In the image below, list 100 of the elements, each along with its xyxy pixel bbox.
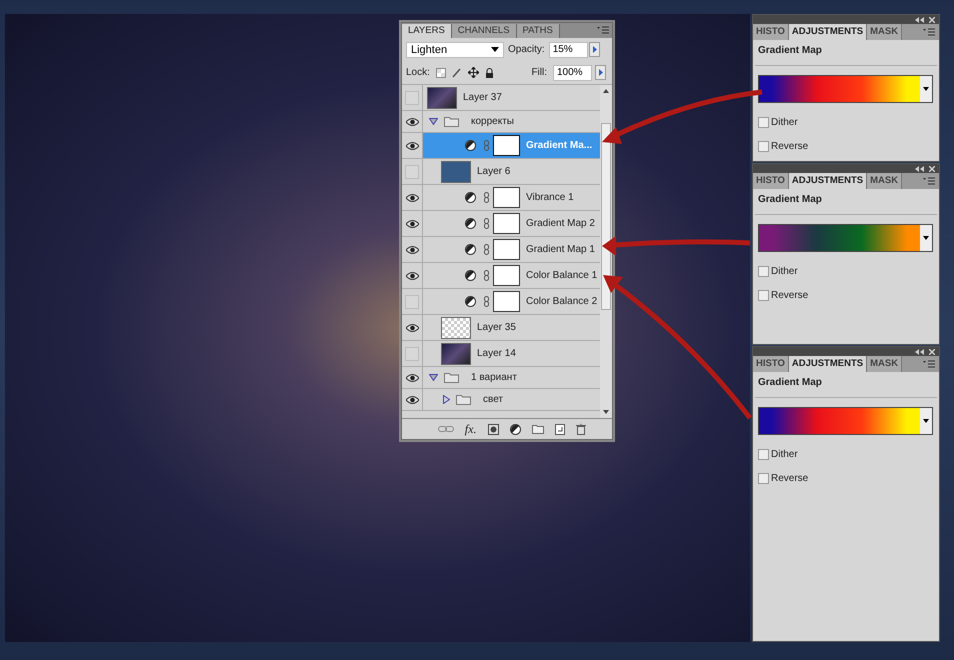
menu-icon[interactable] <box>597 26 609 34</box>
checkbox[interactable] <box>758 117 769 128</box>
lock-label: Lock: <box>406 67 430 78</box>
menu-icon[interactable] <box>923 360 935 368</box>
close-icon[interactable] <box>929 348 935 354</box>
scroll-down-icon[interactable] <box>603 410 609 414</box>
eye-icon[interactable] <box>406 246 418 254</box>
layer-row[interactable]: Layer 37 <box>402 85 600 111</box>
layer-name: Layer 14 <box>477 348 516 359</box>
layer-row[interactable]: Color Balance 1 <box>402 263 600 289</box>
layer-row[interactable]: Gradient Map 1 <box>402 237 600 263</box>
mask-icon[interactable] <box>488 424 499 434</box>
lock-icon[interactable] <box>484 68 494 78</box>
blend-mode-dropdown[interactable]: Lighten <box>406 42 504 58</box>
folder-icon[interactable] <box>532 424 544 434</box>
checkbox[interactable] <box>758 266 769 277</box>
panel-tab[interactable]: MASK <box>867 24 902 40</box>
adjustment-circle-icon[interactable] <box>510 424 521 434</box>
eye-icon[interactable] <box>406 396 418 404</box>
caret-icon <box>923 419 929 423</box>
panel-title: Gradient Map <box>757 44 823 58</box>
layer-row[interactable]: Layer 14 <box>402 341 600 367</box>
gradient-picker[interactable] <box>758 75 933 103</box>
layer-row[interactable]: Layer 6 <box>402 159 600 185</box>
eye-icon[interactable] <box>406 118 418 126</box>
gradient-picker[interactable] <box>758 224 933 252</box>
panel-tab[interactable]: ADJUSTMENTS <box>788 173 868 189</box>
collapse-triangle-icon[interactable] <box>443 395 450 404</box>
eye-icon[interactable] <box>406 374 418 382</box>
new-layer-icon[interactable] <box>555 424 566 434</box>
panel-tab[interactable]: HISTO <box>753 24 789 40</box>
checkbox-label: Dither <box>771 449 798 460</box>
chain-link-icon <box>484 140 489 151</box>
layer-thumbnail <box>441 342 471 364</box>
checkbox[interactable] <box>758 290 769 301</box>
eye-icon[interactable] <box>406 220 418 228</box>
layer-name: корректы <box>471 116 514 127</box>
layer-row[interactable]: 1 вариант <box>402 367 600 389</box>
layer-thumbnail <box>441 316 471 338</box>
mask-thumbnail <box>493 265 520 286</box>
expand-triangle-icon[interactable] <box>429 374 438 381</box>
checkbox[interactable] <box>758 141 769 152</box>
close-icon[interactable] <box>929 16 935 22</box>
panel-tab[interactable]: MASK <box>867 173 902 189</box>
layer-row[interactable]: Vibrance 1 <box>402 185 600 211</box>
mask-thumbnail <box>493 291 520 312</box>
layer-thumbnail <box>441 160 471 182</box>
panel-tab[interactable]: CHANNELS <box>452 24 517 38</box>
fx-button[interactable]: fx. <box>464 422 476 436</box>
trash-icon[interactable] <box>576 424 586 434</box>
adjustment-circle-icon <box>465 270 476 281</box>
checkbox-label: Reverse <box>771 141 808 152</box>
brush-icon[interactable] <box>452 68 462 78</box>
panel-tab[interactable]: HISTO <box>753 173 789 189</box>
caret-icon <box>923 87 929 91</box>
folder-icon <box>444 372 459 383</box>
panel-tab[interactable]: LAYERS <box>402 24 452 38</box>
layer-name: 1 вариант <box>471 372 517 383</box>
eye-icon[interactable] <box>406 272 418 280</box>
panel-tab[interactable]: HISTO <box>753 356 789 372</box>
layer-name: свет <box>483 394 504 405</box>
chain-link-icon <box>484 218 489 229</box>
layer-name: Color Balance 1 <box>526 270 598 281</box>
checkbox[interactable] <box>758 449 769 460</box>
folder-icon <box>456 394 471 405</box>
chain-link-icon <box>484 296 489 307</box>
layer-name: Gradient Ma... <box>526 140 592 151</box>
move-icon[interactable] <box>468 67 479 78</box>
close-icon[interactable] <box>929 166 935 172</box>
eye-icon[interactable] <box>406 142 418 150</box>
caret-icon <box>491 47 499 52</box>
chain-link-icon <box>484 192 489 203</box>
menu-icon[interactable] <box>923 177 935 185</box>
checkbox[interactable] <box>758 473 769 484</box>
checkbox-label: Dither <box>771 266 798 277</box>
menu-icon[interactable] <box>923 28 935 36</box>
expand-triangle-icon[interactable] <box>429 118 438 125</box>
folder-icon <box>444 116 459 127</box>
layer-row[interactable]: Layer 35 <box>402 315 600 341</box>
scroll-up-icon[interactable] <box>603 89 609 93</box>
layer-name: Layer 35 <box>477 322 516 333</box>
chain-link-icon <box>484 244 489 255</box>
eye-icon[interactable] <box>406 324 418 332</box>
fill-field[interactable]: 100% <box>553 64 592 80</box>
opacity-field[interactable]: 15% <box>548 42 588 58</box>
panel-tab[interactable]: ADJUSTMENTS <box>788 356 868 372</box>
panel-tab[interactable]: ADJUSTMENTS <box>788 24 868 40</box>
mask-thumbnail <box>493 239 520 260</box>
caret-icon <box>923 236 929 240</box>
chain-link-icon <box>484 270 489 281</box>
layer-row[interactable]: Color Balance 2 <box>402 289 600 315</box>
panel-tab[interactable]: PATHS <box>516 24 560 38</box>
scrollbar[interactable] <box>600 85 612 418</box>
checker-icon[interactable] <box>436 68 446 78</box>
adjustment-circle-icon <box>465 192 476 203</box>
gradient-picker[interactable] <box>758 407 933 435</box>
eye-icon[interactable] <box>406 194 418 202</box>
layer-row[interactable]: свет <box>402 389 600 411</box>
layer-row[interactable]: Gradient Map 2 <box>402 211 600 237</box>
panel-tab[interactable]: MASK <box>867 356 902 372</box>
